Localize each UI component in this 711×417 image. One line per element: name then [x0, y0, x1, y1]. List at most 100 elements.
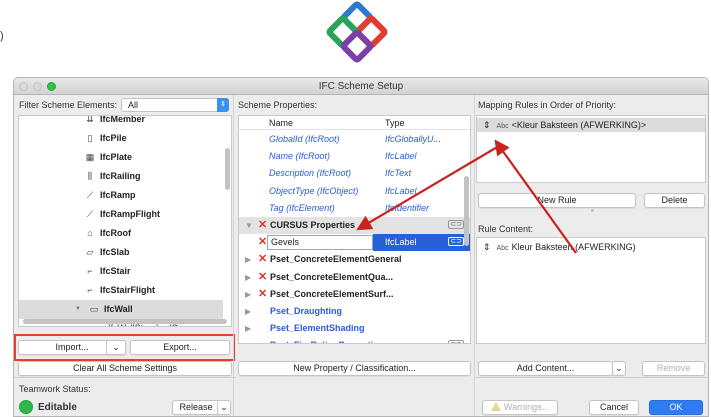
tree-item[interactable]: ▦ IfcPlate: [19, 148, 223, 167]
ok-button[interactable]: OK: [649, 400, 703, 415]
property-set-row[interactable]: ▶ Pset_Draughting: [239, 303, 470, 320]
property-set-name: CURSUS Properties: [270, 220, 356, 230]
delete-label: Delete: [661, 195, 688, 205]
attribute-row[interactable]: GlobalId (IfcRoot) IfcGloballyU...: [239, 131, 470, 148]
remove-content-button[interactable]: Remove: [642, 361, 705, 376]
tree-item[interactable]: ▱ IfcSlab: [19, 243, 223, 262]
member-icon: ⇊: [86, 115, 94, 124]
filter-select[interactable]: All ⇕: [121, 98, 229, 112]
tree-item[interactable]: ▼ ▭ IfcWall: [19, 300, 223, 319]
tree-item[interactable]: ⌐ IfcStair: [19, 262, 223, 281]
disclosure-triangle-icon[interactable]: ▼: [75, 300, 81, 319]
updown-icon: ⇕: [483, 120, 491, 130]
new-property-classification-button[interactable]: New Property / Classification...: [238, 361, 471, 376]
link-chip-icon: ⊂⊃: [448, 237, 464, 247]
pile-icon: ▯: [87, 133, 93, 143]
add-content-chevron[interactable]: ⌄: [612, 361, 626, 376]
link-chip-icon: ⊂⊃: [448, 220, 464, 229]
tree-item[interactable]: ⌂ IfcRoof: [19, 224, 223, 243]
attribute-row[interactable]: Name (IfcRoot) IfcLabel: [239, 148, 470, 165]
property-set-row[interactable]: ▶ ✕ Pset_ConcreteElementGeneral: [239, 251, 470, 268]
property-set-name: Pset_ConcreteElementQua...: [270, 271, 394, 282]
chevron-updown-icon: ⇕: [217, 98, 229, 112]
remove-x-icon: ✕: [258, 253, 268, 266]
warnings-label: Warnings...: [503, 402, 550, 412]
remove-label: Remove: [656, 363, 691, 373]
scheme-element-tree: ⇊ IfcMember ▯ IfcPile ▦ IfcPlate ⫼ IfcRailing ⟋ I…: [18, 115, 232, 327]
clear-all-scheme-settings-button[interactable]: Clear All Scheme Settings: [18, 361, 232, 376]
scheme-properties-grid: Name Type GlobalId (IfcRoot) IfcGloballyU…: [238, 115, 471, 344]
new-rule-label: New Rule: [537, 195, 577, 205]
property-name-input[interactable]: Gevels: [267, 235, 373, 251]
attribute-name: Name (IfcRoot): [269, 151, 331, 162]
slab-icon: ▱: [86, 247, 94, 257]
name-column-header[interactable]: Name: [269, 116, 293, 130]
release-options-chevron[interactable]: ⌄: [217, 400, 231, 415]
stair-flight-icon: ⌐: [87, 285, 93, 295]
scheme-properties-label: Scheme Properties:: [238, 100, 318, 110]
ramp-flight-icon: ⟋: [86, 209, 94, 219]
property-set-name: Pset_ConcreteElementGeneral: [270, 254, 402, 265]
tree-scrollbar[interactable]: [225, 148, 230, 190]
filter-select-value: All: [128, 100, 139, 110]
add-content-button[interactable]: Add Content...: [478, 361, 613, 376]
attribute-row[interactable]: Tag (IfcElement) IfcIdentifier: [239, 200, 470, 217]
warning-icon: [490, 402, 501, 411]
mapping-rule-row[interactable]: ⇕ Abc <Kleur Baksteen (AFWERKING)>: [477, 118, 705, 132]
teamwork-status-label: Teamwork Status:: [19, 384, 91, 394]
footer-divider: [14, 377, 236, 378]
column-divider-right: [474, 95, 475, 416]
stray-paren: ): [0, 30, 4, 42]
property-set-row[interactable]: ▶ Pset_FireRatingProperties ⊂⊃: [239, 337, 470, 343]
remove-x-icon: ✕: [258, 287, 268, 300]
disclosure-collapsed-icon: ▶: [245, 307, 252, 316]
property-set-row[interactable]: ▶ Pset_ElementShading: [239, 320, 470, 337]
updown-icon: ⇕: [483, 242, 491, 252]
release-label: Release: [179, 402, 213, 412]
properties-scrollbar[interactable]: [464, 176, 469, 246]
attribute-type: IfcLabel: [385, 151, 417, 162]
tree-horizontal-scrollbar[interactable]: [23, 319, 227, 324]
property-row-selected[interactable]: ✕ Gevels IfcLabel ⊂⊃: [239, 234, 470, 252]
footer-divider-right: [474, 377, 708, 378]
property-set-row[interactable]: ▼ ✕ CURSUS Properties ⊂⊃: [239, 217, 470, 234]
tree-item[interactable]: ⇊ IfcMember: [19, 115, 223, 129]
delete-rule-button[interactable]: Delete: [644, 193, 705, 208]
disclosure-collapsed-icon: ▶: [245, 272, 252, 282]
attribute-name: Tag (IfcElement): [269, 202, 335, 213]
remove-x-icon: ✕: [258, 219, 268, 231]
attribute-type: IfcLabel: [385, 185, 417, 196]
attribute-name: ObjectType (IfcObject): [269, 185, 359, 196]
attribute-type: IfcText: [385, 168, 412, 179]
tree-item-label: IfcStair: [100, 266, 131, 276]
property-set-name: Pset_ElementShading: [270, 323, 365, 334]
release-button[interactable]: Release: [172, 400, 220, 415]
property-set-row[interactable]: ▶ ✕ Pset_ConcreteElementSurf...: [239, 286, 470, 303]
tree-item-label: IfcStairFlight: [100, 285, 156, 295]
clear-all-label: Clear All Scheme Settings: [72, 363, 178, 373]
attribute-row[interactable]: Description (IfcRoot) IfcText: [239, 165, 470, 182]
rule-content-row[interactable]: ⇕ Abc Kleur Baksteen (AFWERKING): [477, 240, 705, 254]
property-set-row[interactable]: ▶ ✕ Pset_ConcreteElementQua...: [239, 269, 470, 286]
disclosure-collapsed-icon: ▶: [245, 337, 251, 343]
type-column-header[interactable]: Type: [385, 116, 405, 130]
railing-icon: ⫼: [87, 171, 93, 181]
warnings-button[interactable]: Warnings...: [482, 400, 558, 415]
attribute-type: IfcIdentifier: [385, 202, 430, 213]
chevron-down-icon: ⌄: [615, 363, 623, 373]
ramp-icon: ⟋: [86, 190, 94, 200]
tree-item[interactable]: ⫼ IfcRailing: [19, 167, 223, 186]
link-chip-icon: ⊂⊃: [448, 340, 464, 343]
new-rule-button[interactable]: New Rule: [478, 193, 636, 208]
cancel-button[interactable]: Cancel: [589, 400, 639, 415]
rule-content-label: Rule Content:: [478, 224, 534, 234]
roof-icon: ⌂: [87, 228, 93, 238]
tree-item[interactable]: ⟋ IfcRamp: [19, 186, 223, 205]
attribute-row[interactable]: ObjectType (IfcObject) IfcLabel: [239, 183, 470, 200]
tree-item-label: IfcRailing: [100, 171, 141, 181]
tree-item[interactable]: ⌐ IfcStairFlight: [19, 281, 223, 300]
plate-icon: ▦: [85, 152, 95, 162]
tree-item[interactable]: ▯ IfcPile: [19, 129, 223, 148]
splitter-handle[interactable]: [591, 209, 594, 212]
tree-item[interactable]: ⟋ IfcRampFlight: [19, 205, 223, 224]
